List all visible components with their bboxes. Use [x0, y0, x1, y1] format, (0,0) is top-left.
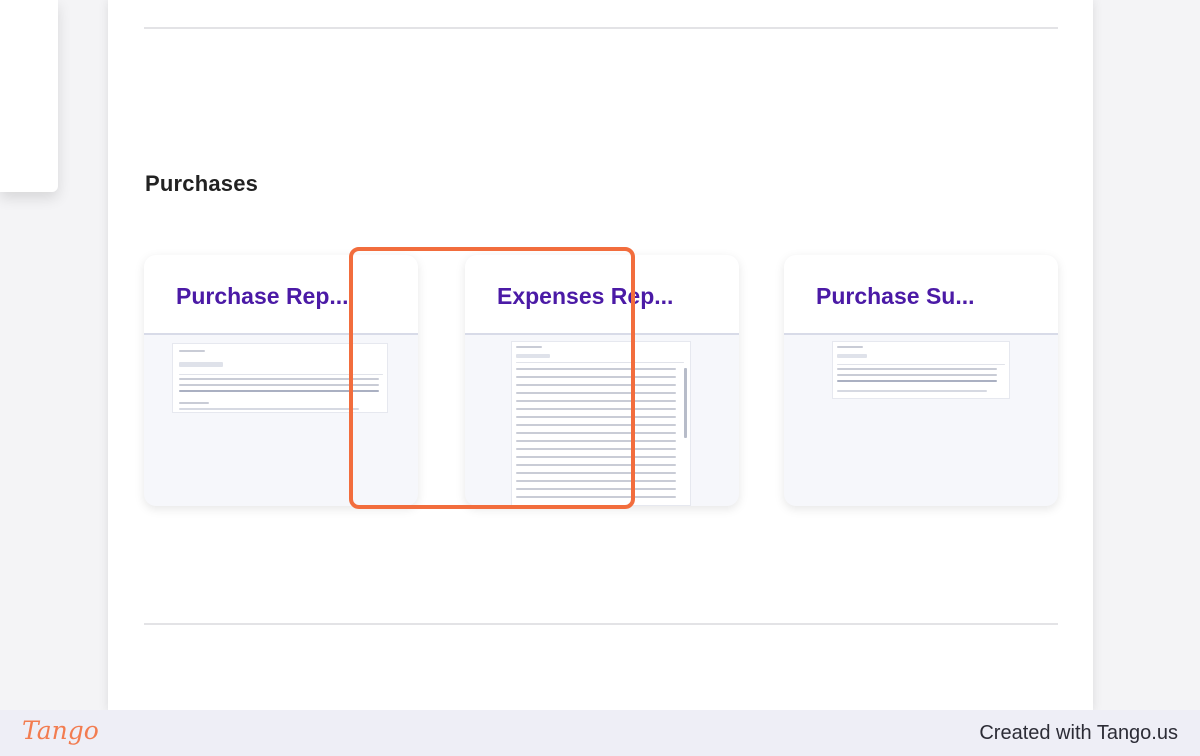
card-title: Purchase Su...: [816, 283, 975, 309]
card-header: Purchase Rep...: [144, 255, 418, 335]
card-title: Expenses Rep...: [497, 283, 674, 309]
purchase-report-card[interactable]: Purchase Rep...: [144, 255, 418, 506]
report-preview-thumbnail: [511, 341, 691, 506]
created-with-credit: Created with Tango.us: [979, 722, 1178, 744]
card-header: Expenses Rep...: [465, 255, 739, 335]
left-side-panel: [0, 0, 58, 192]
report-preview-thumbnail: [832, 341, 1010, 399]
tango-footer: Tango Created with Tango.us: [0, 710, 1200, 756]
bottom-divider: [144, 623, 1058, 625]
section-title-purchases: Purchases: [145, 171, 259, 196]
expenses-report-card[interactable]: Expenses Rep...: [465, 255, 739, 506]
main-content-panel: Purchases Purchase Rep... Expenses Rep..…: [108, 0, 1093, 712]
report-preview-thumbnail: [172, 343, 388, 413]
top-divider: [144, 27, 1058, 29]
card-title: Purchase Rep...: [176, 283, 349, 309]
card-header: Purchase Su...: [784, 255, 1058, 335]
tango-logo: Tango: [22, 716, 99, 745]
purchase-summary-card[interactable]: Purchase Su...: [784, 255, 1058, 506]
